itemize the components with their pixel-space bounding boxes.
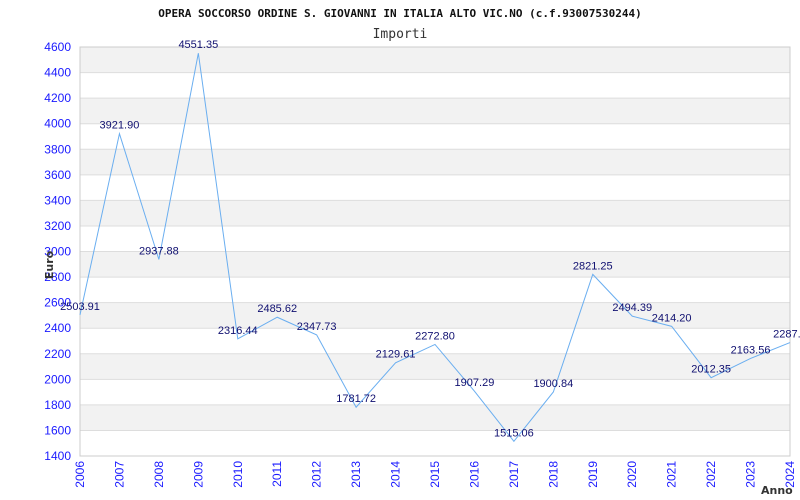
x-tick-label: 2017: [507, 461, 521, 488]
data-label: 2129.61: [376, 349, 416, 361]
x-tick-label: 2012: [310, 461, 324, 488]
data-label: 4551.35: [178, 39, 218, 51]
x-tick-label: 2006: [73, 461, 87, 488]
y-tick-label: 2400: [44, 321, 71, 335]
x-tick-label: 2021: [665, 461, 679, 488]
chart-subtitle: Importi: [373, 27, 428, 42]
y-axis-label: Euro: [43, 250, 56, 279]
y-tick-label: 3200: [44, 219, 71, 233]
grid-band: [80, 149, 790, 175]
x-tick-label: 2011: [270, 461, 284, 487]
x-tick-label: 2009: [191, 461, 205, 488]
x-tick-label: 2015: [428, 461, 442, 488]
data-label: 2494.39: [612, 302, 652, 314]
data-label: 1907.29: [455, 377, 495, 389]
chart-title: OPERA SOCCORSO ORDINE S. GIOVANNI IN ITA…: [158, 7, 641, 20]
x-tick-label: 2010: [231, 461, 245, 488]
x-tick-label: 2023: [744, 461, 758, 488]
data-label: 2012.35: [691, 364, 731, 376]
x-tick-label: 2013: [349, 461, 363, 488]
y-tick-label: 1800: [44, 398, 71, 412]
data-label: 2272.80: [415, 330, 455, 342]
grid-band: [80, 353, 790, 380]
y-tick-label: 1400: [44, 449, 71, 463]
y-tick-label: 4000: [44, 117, 71, 131]
x-tick-label: 2014: [389, 461, 403, 488]
x-tick-label: 2020: [625, 461, 639, 488]
data-label: 2821.25: [573, 260, 613, 272]
y-tick-label: 4600: [44, 40, 71, 54]
grid-band: [80, 251, 790, 278]
grid-band: [80, 200, 790, 226]
x-tick-label: 2008: [152, 461, 166, 488]
data-label: 1515.06: [494, 427, 534, 439]
y-tick-label: 4200: [44, 91, 71, 105]
data-label: 2287.5: [773, 329, 800, 341]
y-tick-label: 1600: [44, 423, 71, 437]
y-tick-label: 3800: [44, 142, 71, 156]
data-label: 2347.73: [297, 321, 337, 333]
line-chart: 1400160018002000220024002600280030003200…: [43, 7, 800, 497]
data-label: 1900.84: [533, 378, 573, 390]
data-label: 3921.90: [100, 120, 140, 132]
x-axis-label: Anno: [761, 484, 793, 497]
y-tick-label: 2000: [44, 372, 71, 386]
data-label: 2485.62: [257, 303, 297, 315]
x-tick-label: 2016: [467, 461, 481, 488]
x-tick-label: 2019: [586, 461, 600, 488]
grid-band: [80, 98, 790, 124]
y-tick-label: 3400: [44, 193, 71, 207]
data-label: 1781.72: [336, 393, 376, 405]
x-tick-label: 2022: [704, 461, 718, 488]
data-label: 2414.20: [652, 312, 692, 324]
data-label: 2163.56: [731, 344, 771, 356]
data-label: 2937.88: [139, 245, 179, 257]
x-tick-label: 2007: [112, 461, 126, 488]
y-tick-label: 2200: [44, 347, 71, 361]
y-tick-label: 3600: [44, 168, 71, 182]
y-tick-label: 4400: [44, 66, 71, 80]
data-label: 2316.44: [218, 325, 258, 337]
x-tick-label: 2018: [546, 461, 560, 488]
grid-band: [80, 404, 790, 431]
data-label: 2503.91: [60, 301, 100, 313]
